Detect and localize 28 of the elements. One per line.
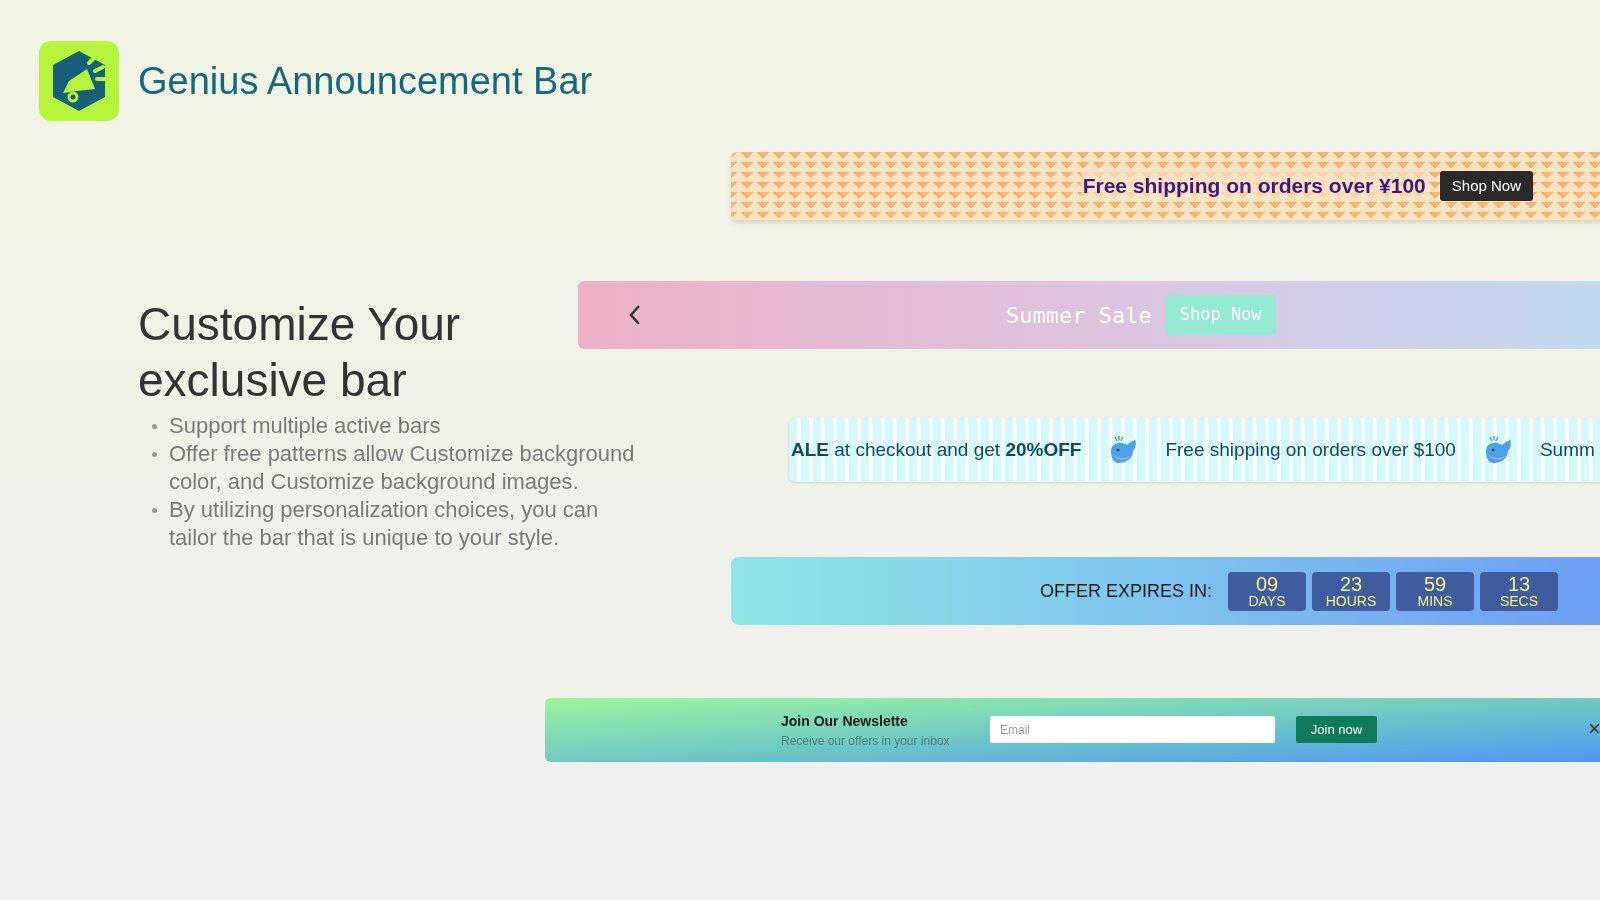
countdown-unit: DAYS: [1248, 594, 1286, 608]
email-field[interactable]: Email: [990, 716, 1275, 743]
join-now-button[interactable]: Join now: [1296, 716, 1377, 743]
feature-text: By utilizing personalization choices, you can tailor the bar that is unique to your style.: [169, 496, 600, 552]
app-title: Genius Announcement Bar: [138, 58, 593, 104]
bar-message: Summer Sale: [1006, 301, 1152, 330]
countdown-value: 13: [1507, 574, 1531, 594]
newsletter-title: Join Our Newslette: [781, 712, 909, 731]
countdown-unit: SECS: [1499, 594, 1539, 608]
countdown-value: 59: [1423, 574, 1447, 594]
countdown-value: 09: [1255, 574, 1279, 594]
countdown-value: 23: [1339, 574, 1363, 594]
shop-now-button[interactable]: Shop Now: [1439, 171, 1533, 201]
newsletter-subtitle: Receive our offers in your inbox: [781, 733, 950, 750]
bullet-icon: [152, 424, 157, 429]
marquee-text: ALE at checkout and get 20%OFF: [791, 437, 1082, 462]
countdown-unit: HOURS: [1325, 594, 1377, 608]
close-icon[interactable]: ×: [1588, 714, 1600, 744]
heading: Customize Your exclusive bar: [138, 297, 462, 408]
marquee-text: Summ: [1539, 437, 1595, 462]
bullet-icon: [152, 452, 157, 457]
countdown-label: OFFER EXPIRES IN:: [1039, 579, 1212, 603]
feature-text: Support multiple active bars: [169, 412, 441, 440]
feature-text: Offer free patterns allow Customize background color, and Customize background images.: [169, 440, 636, 496]
app-logo-icon: [39, 41, 119, 121]
marquee-text: Free shipping on orders over $100: [1165, 437, 1456, 462]
bullet-icon: [152, 508, 157, 513]
countdown-unit: MINS: [1417, 594, 1453, 608]
